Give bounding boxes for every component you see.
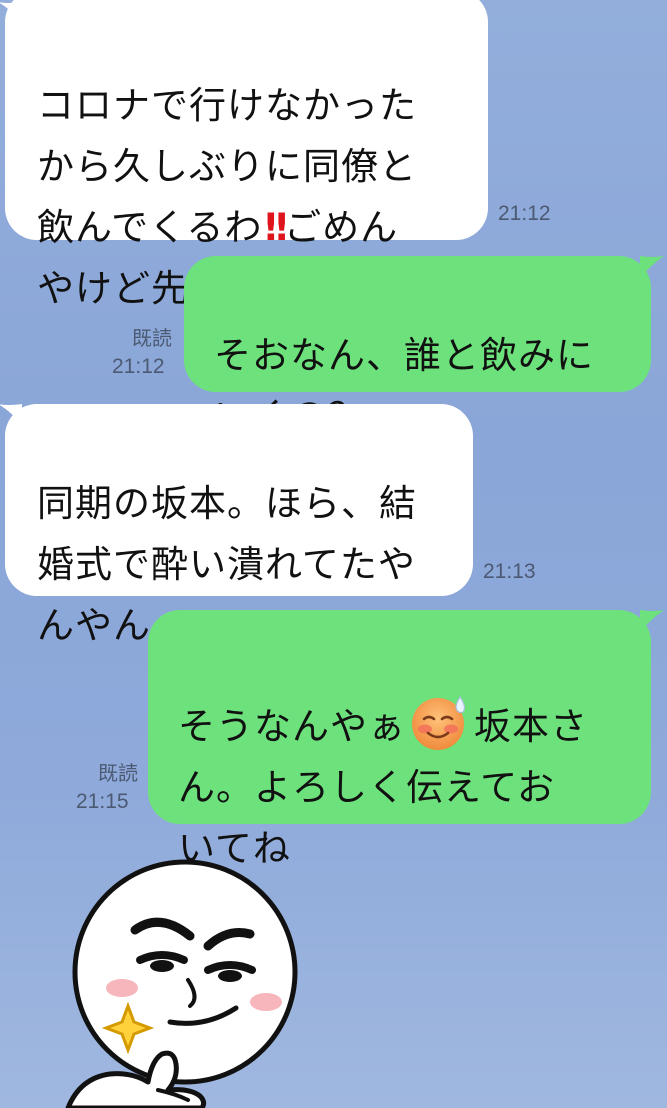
thumbs-up-face-sticker[interactable] <box>40 850 360 1108</box>
message-time: 21:15 <box>76 790 129 813</box>
message-text: そうなんやぁ <box>178 705 406 748</box>
sweat-smile-emoji <box>412 695 466 750</box>
message-time: 21:12 <box>112 355 165 378</box>
double-exclamation-icon: !! <box>262 206 290 249</box>
message-bubble-outgoing[interactable]: そおなん、誰と飲みに いくの？ <box>184 256 651 438</box>
chat-screen: { "messages": [ { "side": "left", "text_… <box>0 0 667 1108</box>
message-bubble-incoming[interactable]: 同期の坂本。ほら、結 婚式で酔い潰れてたや んやん <box>5 404 473 647</box>
read-receipt: 既読 <box>98 761 138 785</box>
message-bubble-incoming[interactable]: コロナで行けなかった から久しぶりに同僚と 飲んでくるわ!!ごめん やけど先に寝… <box>5 0 488 310</box>
read-receipt: 既読 <box>132 326 172 350</box>
message-bubble-outgoing[interactable]: そうなんやぁ 坂本さ ん。よろしく伝えてお いてね <box>148 610 651 870</box>
message-time: 21:13 <box>483 560 536 583</box>
message-time: 21:12 <box>498 202 551 225</box>
